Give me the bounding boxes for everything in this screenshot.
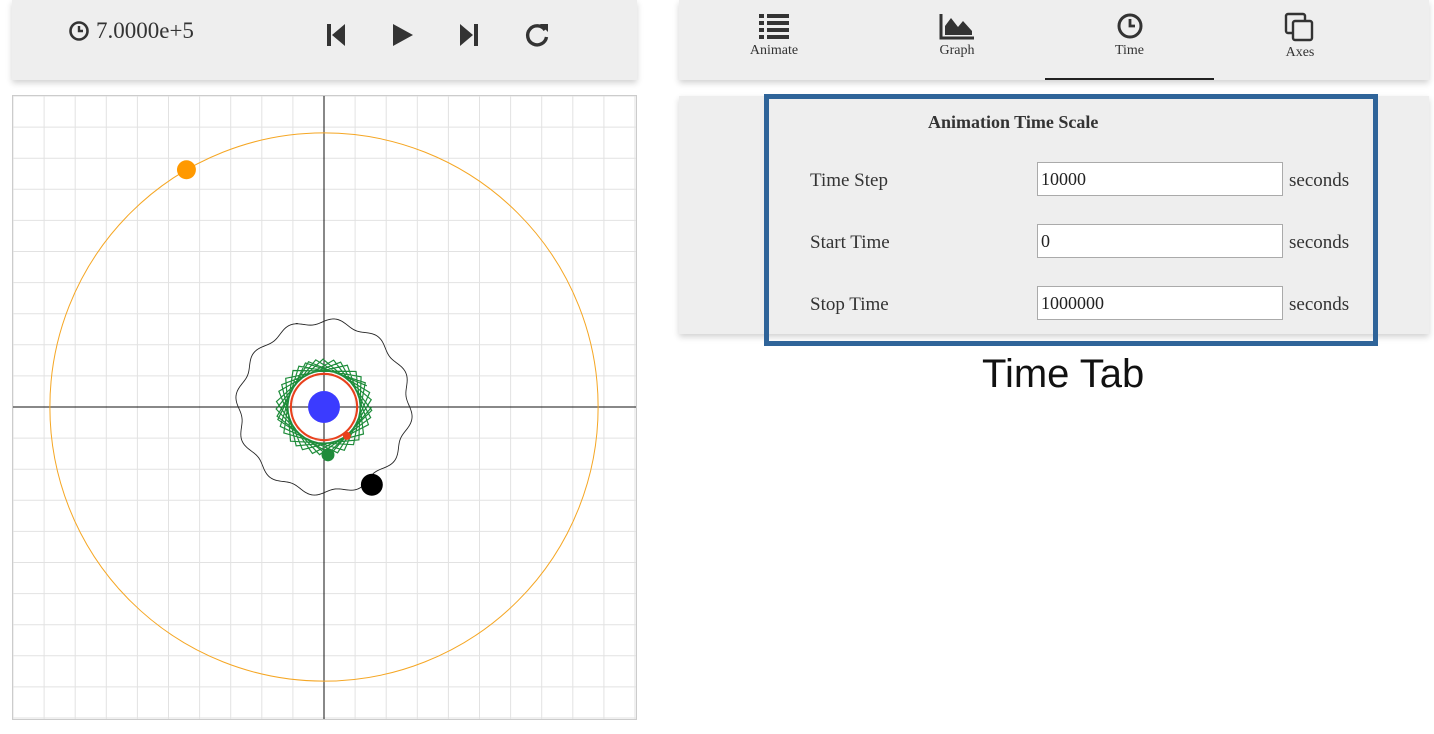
reload-icon bbox=[525, 24, 549, 47]
skip-to-end-button[interactable] bbox=[452, 18, 486, 52]
orange-body[interactable] bbox=[176, 160, 196, 180]
area-chart-icon bbox=[939, 14, 974, 40]
tab-label: Animate bbox=[749, 43, 799, 58]
red-body[interactable] bbox=[342, 431, 351, 440]
tab-axes[interactable]: Axes bbox=[1250, 0, 1350, 80]
clock-icon bbox=[69, 21, 89, 41]
copy-icon bbox=[1284, 12, 1314, 42]
play-icon bbox=[393, 24, 413, 46]
tab-time[interactable]: Time bbox=[1045, 0, 1214, 80]
skip-end-icon bbox=[460, 24, 478, 46]
green-body[interactable] bbox=[321, 448, 335, 462]
caption: Time Tab bbox=[982, 352, 1145, 396]
clock-icon bbox=[1117, 13, 1142, 39]
tab-label: Graph bbox=[939, 43, 975, 58]
time-readout: 7.0000e+5 bbox=[68, 18, 194, 44]
skip-to-start-button[interactable] bbox=[319, 18, 353, 52]
tab-animate[interactable]: Animate bbox=[724, 0, 824, 80]
black-body[interactable] bbox=[360, 473, 383, 496]
reload-button[interactable] bbox=[520, 18, 554, 52]
simulation-canvas[interactable] bbox=[12, 95, 637, 720]
list-icon bbox=[759, 14, 789, 39]
central-body[interactable] bbox=[308, 391, 340, 423]
tab-label: Time bbox=[1114, 43, 1145, 58]
highlight-box bbox=[764, 94, 1378, 346]
tab-graph[interactable]: Graph bbox=[907, 0, 1007, 80]
time-value: 7.0000e+5 bbox=[96, 18, 194, 43]
skip-start-icon bbox=[327, 24, 345, 46]
play-button[interactable] bbox=[386, 18, 420, 52]
tab-label: Axes bbox=[1285, 45, 1315, 60]
